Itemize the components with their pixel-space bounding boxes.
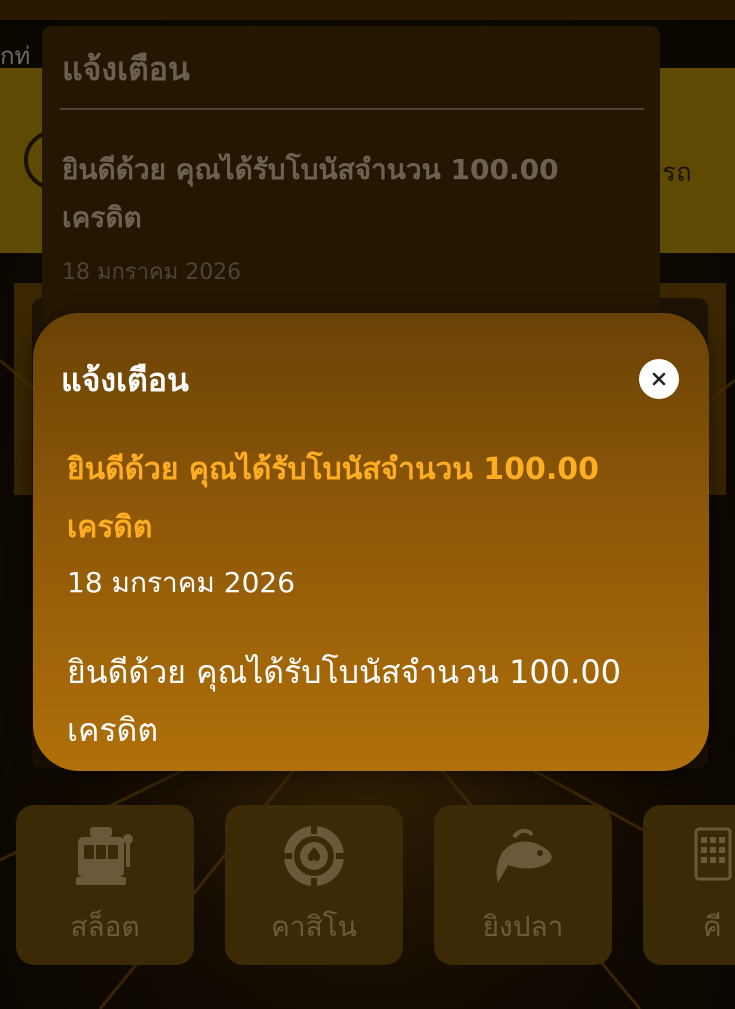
close-button[interactable] xyxy=(639,359,679,399)
notification-modal: แจ้งเตือน ยินดีด้วย คุณได้รับโบนัสจำนวน … xyxy=(33,313,709,771)
divider xyxy=(60,108,644,110)
notification-panel-background: แจ้งเตือน ยินดีด้วย คุณได้รับโบนัสจำนวน … xyxy=(42,26,660,326)
casino-chip-icon xyxy=(284,826,344,886)
close-icon xyxy=(652,372,666,386)
tab-slot-label: สล็อต xyxy=(70,910,140,943)
tab-keno[interactable]: คี xyxy=(643,805,735,965)
promo-band-text: รถ xyxy=(662,158,692,188)
modal-message-body: ยินดีด้วย คุณได้รับโบนัสจำนวน 100.00 เคร… xyxy=(67,653,622,749)
back-notification-date: 18 มกราคม 2026 xyxy=(62,260,242,285)
tab-fishing-label: ยิงปลา xyxy=(482,910,564,943)
modal-message-title: ยินดีด้วย คุณได้รับโบนัสจำนวน 100.00 เคร… xyxy=(67,452,600,545)
modal-date: 18 มกราคม 2026 xyxy=(67,566,296,599)
tab-fishing[interactable]: ยิงปลา xyxy=(434,805,612,965)
top-bar xyxy=(0,0,735,20)
keno-board-icon xyxy=(694,827,732,881)
fish-icon xyxy=(496,828,552,883)
slot-machine-icon xyxy=(76,827,133,885)
back-notification-title: แจ้งเตือน xyxy=(62,50,190,88)
game-category-tabs: สล็อต คาสิโน ยิงปลา คี xyxy=(16,805,735,965)
back-notification-message[interactable]: ยินดีด้วย คุณได้รับโบนัสจำนวน 100.00 เคร… xyxy=(62,146,582,242)
tab-keno-label: คี xyxy=(703,910,722,943)
modal-title: แจ้งเตือน xyxy=(61,361,189,399)
tab-casino-label: คาสิโน xyxy=(271,910,357,943)
tab-casino[interactable]: คาสิโน xyxy=(225,805,403,965)
tab-slot[interactable]: สล็อต xyxy=(16,805,194,965)
app-screen: กท่ รถ สล็อต คาสิโน ยิงปลา คี แจ้งเตือน … xyxy=(0,0,735,1009)
